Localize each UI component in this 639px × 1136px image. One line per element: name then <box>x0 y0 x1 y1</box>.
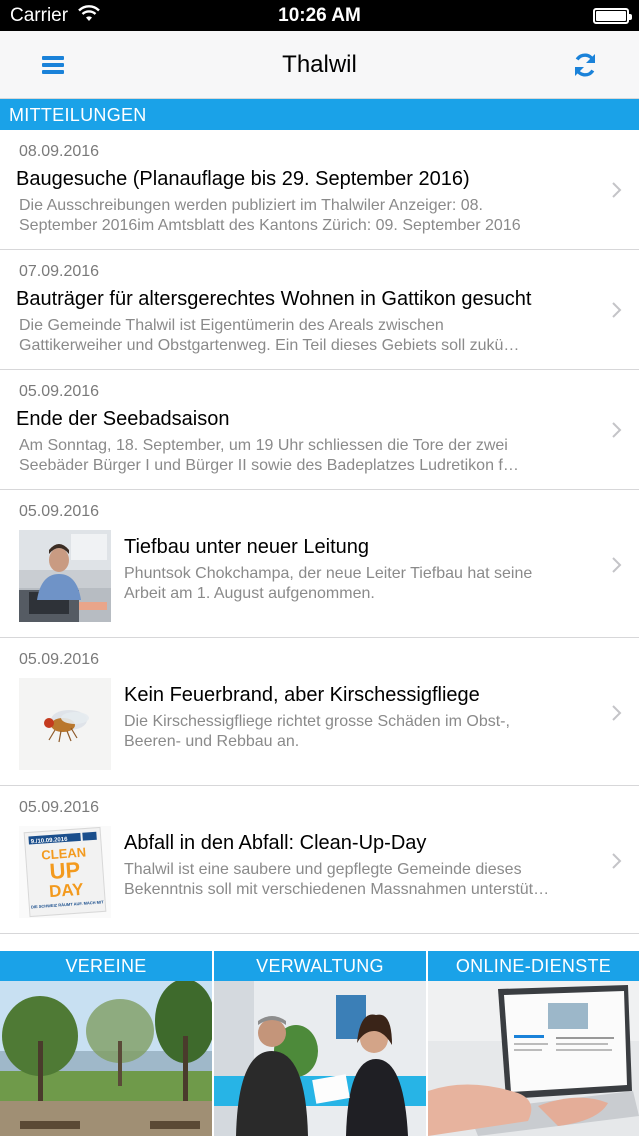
tile-label: ONLINE-DIENSTE <box>428 951 639 981</box>
tile-label: VEREINE <box>0 951 212 981</box>
news-item[interactable]: 05.09.2016 9./10.09.2016 CLEAN UP DAY DI… <box>0 786 639 934</box>
news-thumbnail-fly <box>19 678 111 770</box>
status-bar: Carrier 10:26 AM <box>0 0 639 31</box>
bottom-tiles: VEREINE VERWALTUNG ONLINE-DIENSTE <box>0 951 639 1136</box>
news-title: Ende der Seebadsaison <box>16 408 230 430</box>
news-summary-line: Arbeit am 1. August aufgenommen. <box>124 585 375 602</box>
battery-icon <box>593 8 632 24</box>
navigation-bar: Thalwil <box>0 31 639 99</box>
tile-label: VERWALTUNG <box>214 951 426 981</box>
news-summary-line: September 2016im Amtsblatt des Kantons Z… <box>19 217 521 234</box>
tile-photo-office <box>214 981 426 1136</box>
news-date: 05.09.2016 <box>19 651 100 668</box>
news-date: 05.09.2016 <box>19 503 100 520</box>
news-title: Abfall in den Abfall: Clean-Up-Day <box>124 832 427 854</box>
news-summary-line: Beeren- und Rebbau an. <box>124 733 300 750</box>
news-summary-line: Seebäder Bürger I und Bürger II sowie de… <box>19 457 519 474</box>
chevron-right-icon <box>612 853 622 869</box>
poster-day-text: DAY <box>48 880 84 901</box>
news-summary: Die Kirschessigfliege richtet grosse Sch… <box>124 712 604 752</box>
clock: 10:26 AM <box>278 5 361 26</box>
news-summary-line: Die Gemeinde Thalwil ist Eigentümerin de… <box>19 317 444 334</box>
tile-verwaltung[interactable]: VERWALTUNG <box>214 951 426 1136</box>
tile-photo-park <box>0 981 212 1136</box>
news-summary-line: Bekenntnis soll mit verschiedenen Massna… <box>124 881 550 898</box>
news-thumbnail-photo <box>19 530 111 622</box>
news-item[interactable]: 08.09.2016 Baugesuche (Planauflage bis 2… <box>0 130 639 250</box>
news-summary-line: Thalwil ist eine saubere und gepflegte G… <box>124 861 522 878</box>
news-date: 05.09.2016 <box>19 799 100 816</box>
news-summary-line: Gattikerweiher und Obstgartenweg. Ein Te… <box>19 337 520 354</box>
news-summary-line: Am Sonntag, 18. September, um 19 Uhr sch… <box>19 437 508 454</box>
news-title: Tiefbau unter neuer Leitung <box>124 536 369 558</box>
news-summary-line: Phuntsok Chokchampa, der neue Leiter Tie… <box>124 565 533 582</box>
chevron-right-icon <box>612 422 622 438</box>
news-title: Kein Feuerbrand, aber Kirschessigfliege <box>124 684 480 706</box>
chevron-right-icon <box>612 557 622 573</box>
news-summary-line: Die Kirschessigfliege richtet grosse Sch… <box>124 713 510 730</box>
news-title: Bauträger für altersgerechtes Wohnen in … <box>16 288 532 310</box>
news-date: 05.09.2016 <box>19 383 100 400</box>
tile-online-dienste[interactable]: ONLINE-DIENSTE <box>428 951 639 1136</box>
tile-vereine[interactable]: VEREINE <box>0 951 212 1136</box>
news-item[interactable]: 07.09.2016 Bauträger für altersgerechtes… <box>0 250 639 370</box>
news-date: 07.09.2016 <box>19 263 100 280</box>
news-thumbnail-poster: 9./10.09.2016 CLEAN UP DAY DIE SCHWEIZ R… <box>19 826 111 918</box>
tile-photo-laptop <box>428 981 639 1136</box>
section-header-mitteilungen: MITTEILUNGEN <box>0 99 639 130</box>
news-summary-line: Die Ausschreibungen werden publiziert im… <box>19 197 483 214</box>
news-list: 08.09.2016 Baugesuche (Planauflage bis 2… <box>0 130 639 934</box>
refresh-icon[interactable] <box>569 49 601 81</box>
news-summary: Phuntsok Chokchampa, der neue Leiter Tie… <box>124 564 604 604</box>
news-summary: Die Ausschreibungen werden publiziert im… <box>19 196 599 236</box>
news-date: 08.09.2016 <box>19 143 100 160</box>
news-item[interactable]: 05.09.2016 Tiefbau unter neuer Leitung P… <box>0 490 639 638</box>
news-title: Baugesuche (Planauflage bis 29. Septembe… <box>16 168 470 190</box>
chevron-right-icon <box>612 705 622 721</box>
chevron-right-icon <box>612 182 622 198</box>
news-item[interactable]: 05.09.2016 Kein Feuerbrand, aber Kirsche… <box>0 638 639 786</box>
chevron-right-icon <box>612 302 622 318</box>
page-title: Thalwil <box>282 51 357 78</box>
news-summary: Thalwil ist eine saubere und gepflegte G… <box>124 860 604 900</box>
news-summary: Am Sonntag, 18. September, um 19 Uhr sch… <box>19 436 599 476</box>
news-item[interactable]: 05.09.2016 Ende der Seebadsaison Am Sonn… <box>0 370 639 490</box>
news-summary: Die Gemeinde Thalwil ist Eigentümerin de… <box>19 316 599 356</box>
